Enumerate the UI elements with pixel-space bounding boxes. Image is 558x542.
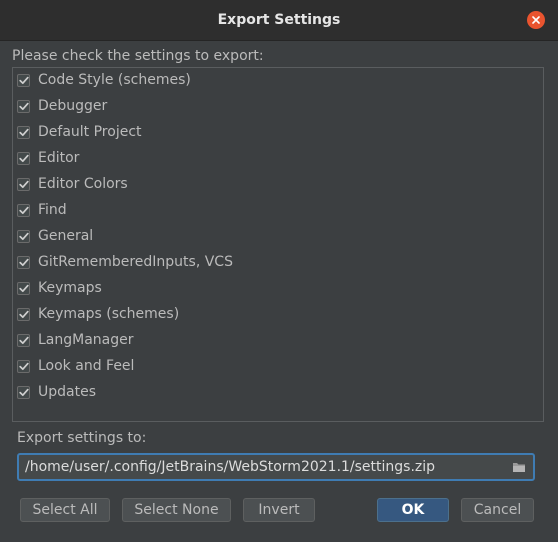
checkbox[interactable] bbox=[17, 385, 30, 399]
cancel-button[interactable]: Cancel bbox=[461, 498, 534, 522]
list-item-label: Default Project bbox=[38, 124, 142, 140]
list-item-label: Keymaps (schemes) bbox=[38, 306, 180, 322]
list-item[interactable]: Look and Feel bbox=[17, 355, 134, 377]
select-all-button[interactable]: Select All bbox=[20, 498, 110, 522]
close-icon bbox=[532, 16, 540, 24]
checkmark-icon bbox=[18, 128, 29, 136]
checkbox[interactable] bbox=[17, 281, 30, 295]
invert-button[interactable]: Invert bbox=[243, 498, 315, 522]
list-item[interactable]: Editor bbox=[17, 147, 79, 169]
list-item-label: Updates bbox=[38, 384, 96, 400]
checkmark-icon bbox=[18, 310, 29, 318]
checkmark-icon bbox=[18, 76, 29, 84]
checkbox[interactable] bbox=[17, 177, 30, 191]
checkmark-icon bbox=[18, 232, 29, 240]
checkbox[interactable] bbox=[17, 333, 30, 347]
checkmark-icon bbox=[18, 102, 29, 110]
checkmark-icon bbox=[18, 154, 29, 162]
list-item-label: Editor bbox=[38, 150, 80, 166]
export-path-label: Export settings to: bbox=[17, 430, 147, 446]
checkmark-icon bbox=[18, 336, 29, 344]
list-item[interactable]: Keymaps bbox=[17, 277, 102, 299]
export-path-field bbox=[17, 453, 535, 481]
checkbox[interactable] bbox=[17, 203, 30, 217]
list-item-label: Debugger bbox=[38, 98, 108, 114]
checkbox[interactable] bbox=[17, 359, 30, 373]
list-item[interactable]: Code Style (schemes) bbox=[17, 69, 191, 91]
export-path-input[interactable] bbox=[19, 456, 511, 478]
checkbox[interactable] bbox=[17, 151, 30, 165]
list-item[interactable]: Keymaps (schemes) bbox=[17, 303, 179, 325]
list-item[interactable]: Updates bbox=[17, 381, 96, 403]
settings-list: Code Style (schemes) Debugger Default Proj… bbox=[12, 67, 544, 422]
list-item-label: Editor Colors bbox=[38, 176, 128, 192]
checkmark-icon bbox=[18, 284, 29, 292]
list-item-label: Keymaps bbox=[38, 280, 102, 296]
list-item[interactable]: Find bbox=[17, 199, 67, 221]
folder-icon[interactable] bbox=[511, 460, 527, 474]
checkbox[interactable] bbox=[17, 125, 30, 139]
list-item-label: Code Style (schemes) bbox=[38, 72, 191, 88]
dialog-title: Export Settings bbox=[217, 12, 341, 28]
list-item-label: LangManager bbox=[38, 332, 134, 348]
list-item-label: Look and Feel bbox=[38, 358, 135, 374]
title-bar: Export Settings bbox=[0, 0, 558, 41]
list-item-label: Find bbox=[38, 202, 67, 218]
export-settings-dialog: Export Settings Please check the setting… bbox=[0, 0, 558, 542]
close-button[interactable] bbox=[527, 11, 545, 29]
select-none-button[interactable]: Select None bbox=[122, 498, 231, 522]
checkbox[interactable] bbox=[17, 73, 30, 87]
list-item[interactable]: LangManager bbox=[17, 329, 134, 351]
list-item[interactable]: GitRememberedInputs, VCS bbox=[17, 251, 233, 273]
checkbox[interactable] bbox=[17, 307, 30, 321]
checkmark-icon bbox=[18, 206, 29, 214]
list-item[interactable]: Debugger bbox=[17, 95, 107, 117]
checkmark-icon bbox=[18, 258, 29, 266]
checkbox[interactable] bbox=[17, 99, 30, 113]
list-item-label: GitRememberedInputs, VCS bbox=[38, 254, 233, 270]
ok-button[interactable]: OK bbox=[377, 498, 449, 522]
checkbox[interactable] bbox=[17, 229, 30, 243]
list-item-label: General bbox=[38, 228, 94, 244]
checkmark-icon bbox=[18, 362, 29, 370]
checkmark-icon bbox=[18, 388, 29, 396]
list-item[interactable]: Editor Colors bbox=[17, 173, 128, 195]
instruction-text: Please check the settings to export: bbox=[12, 48, 264, 64]
list-item[interactable]: Default Project bbox=[17, 121, 142, 143]
checkbox[interactable] bbox=[17, 255, 30, 269]
list-item[interactable]: General bbox=[17, 225, 93, 247]
checkmark-icon bbox=[18, 180, 29, 188]
